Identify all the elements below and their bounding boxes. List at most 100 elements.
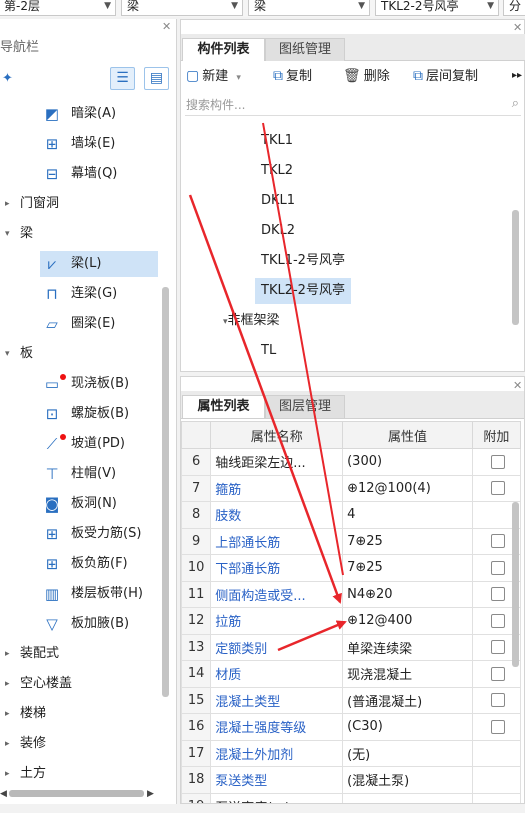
pin-icon[interactable]: ✦ (2, 71, 13, 86)
property-value[interactable]: N4⊕20 (342, 580, 473, 608)
group-non-frame-beam[interactable]: ▾非框架梁 (223, 308, 286, 334)
attach-checkbox[interactable] (491, 534, 506, 549)
attach-checkbox[interactable] (491, 454, 506, 469)
attach-checkbox[interactable] (491, 719, 506, 734)
nav-horizontal-scrollbar[interactable] (9, 790, 144, 797)
caret-right-icon[interactable]: ▸ (5, 701, 10, 727)
property-name[interactable]: 混凝土强度等级 (210, 713, 344, 741)
attach-checkbox[interactable] (491, 587, 506, 602)
component-item[interactable]: TKL1 (255, 128, 299, 154)
category-select[interactable]: 梁 ▼ (121, 0, 243, 16)
property-row[interactable]: 7 箍筋 ⊕12@100(4) (181, 474, 522, 502)
property-value[interactable]: (300) (342, 448, 473, 476)
nav-item[interactable]: ⟋ 坡道(PD) (0, 431, 160, 457)
caret-down-icon[interactable]: ▾ (5, 221, 10, 247)
property-row[interactable]: 19泵送高度(m) (181, 792, 522, 803)
nav-item[interactable]: ◩ 暗梁(A) (0, 101, 160, 127)
nav-item[interactable]: ⊟ 幕墙(Q) (0, 161, 160, 187)
list-view-icon[interactable]: ☰ (110, 67, 135, 90)
property-value[interactable]: 7⊕25 (342, 527, 473, 555)
nav-item[interactable]: ⊞ 板负筋(F) (0, 551, 160, 577)
caret-down-icon[interactable]: ▾ (5, 341, 10, 367)
nav-item[interactable]: ⊤ 柱帽(V) (0, 461, 160, 487)
property-name[interactable]: 混凝土外加剂 (210, 739, 344, 767)
component-item[interactable]: DKL1 (255, 188, 301, 214)
property-name[interactable]: 侧面构造或受... (210, 580, 344, 608)
property-value[interactable]: ⊕12@400 (342, 607, 473, 635)
component-item[interactable]: TKL2-2号风亭 (255, 278, 351, 304)
property-name[interactable]: 材质 (210, 660, 344, 688)
nav-group[interactable]: ▸ 楼梯 (0, 701, 160, 727)
caret-right-icon[interactable]: ▸ (5, 761, 10, 787)
property-name[interactable]: 上部通长筋 (210, 527, 344, 555)
property-value[interactable]: 现浇混凝土 (342, 660, 473, 688)
nav-group[interactable]: ▸ 装配式 (0, 641, 160, 667)
property-row[interactable]: 18 泵送类型 (混凝土泵) (181, 766, 522, 794)
component-item[interactable]: DKL2 (255, 218, 301, 244)
scroll-left-icon[interactable]: ◀ (0, 789, 7, 799)
attach-checkbox[interactable] (491, 666, 506, 681)
caret-right-icon[interactable]: ▸ (5, 731, 10, 757)
property-value[interactable]: (普通混凝土) (342, 686, 473, 714)
property-row[interactable]: 8 肢数 4 (181, 501, 522, 529)
close-icon[interactable]: ✕ (513, 21, 522, 34)
new-button[interactable]: ▢ 新建 ▾ (186, 65, 241, 87)
property-name[interactable]: 泵送类型 (210, 766, 344, 794)
nav-group[interactable]: ▾ 梁 (0, 221, 160, 247)
nav-item[interactable]: ▱ 圈梁(E) (0, 311, 160, 337)
component-item[interactable]: TKL1-2号风亭 (255, 248, 351, 274)
property-row[interactable]: 11 侧面构造或受... N4⊕20 (181, 580, 522, 608)
more-tools-icon[interactable]: ▸▸ (512, 65, 522, 87)
property-row[interactable]: 6 轴线距梁左边... (300) (181, 448, 522, 476)
attach-checkbox[interactable] (491, 481, 506, 496)
property-name[interactable]: 肢数 (210, 501, 344, 529)
detail-view-icon[interactable]: ▤ (144, 67, 169, 90)
tab-drawing-management[interactable]: 图纸管理 (265, 38, 345, 61)
extra-select[interactable]: 分 (503, 0, 525, 16)
property-name[interactable]: 下部通长筋 (210, 554, 344, 582)
component-select[interactable]: TKL2-2号风亭 ▼ (375, 0, 499, 16)
property-row[interactable]: 17 混凝土外加剂 (无) (181, 739, 522, 767)
property-row[interactable]: 15 混凝土类型 (普通混凝土) (181, 686, 522, 714)
attach-checkbox[interactable] (491, 613, 506, 628)
nav-group[interactable]: ▸ 装修 (0, 731, 160, 757)
nav-group[interactable]: ▸ 空心楼盖 (0, 671, 160, 697)
property-name[interactable]: 定额类别 (210, 633, 344, 661)
floor-copy-button[interactable]: ⧉ 层间复制 (413, 65, 478, 87)
property-value[interactable] (342, 792, 473, 803)
attach-checkbox[interactable] (491, 560, 506, 575)
property-value[interactable]: (无) (342, 739, 473, 767)
nav-item[interactable]: ⊞ 墙垛(E) (0, 131, 160, 157)
property-name[interactable]: 混凝土类型 (210, 686, 344, 714)
attach-checkbox[interactable] (491, 640, 506, 655)
nav-item[interactable]: ⊞ 板受力筋(S) (0, 521, 160, 547)
copy-button[interactable]: ⧉ 复制 (273, 65, 312, 87)
nav-item[interactable]: ▥ 楼层板带(H) (0, 581, 160, 607)
floor-select[interactable]: 第-2层 ▼ (0, 0, 116, 16)
property-name[interactable]: 拉筋 (210, 607, 344, 635)
property-row[interactable]: 9 上部通长筋 7⊕25 (181, 527, 522, 555)
caret-right-icon[interactable]: ▸ (5, 191, 10, 217)
nav-group[interactable]: ▸ 土方 (0, 761, 160, 787)
property-value[interactable]: (C30) (342, 713, 473, 741)
caret-right-icon[interactable]: ▸ (5, 671, 10, 697)
nav-item[interactable]: ▭ 现浇板(B) (0, 371, 160, 397)
tab-layer-management[interactable]: 图层管理 (265, 395, 345, 418)
search-icon[interactable]: ⌕ (512, 93, 519, 115)
component-item-tl[interactable]: TL (255, 338, 282, 364)
property-value[interactable]: 单梁连续梁 (342, 633, 473, 661)
component-list-scrollbar[interactable] (512, 210, 519, 325)
nav-item[interactable]: ◙ 板洞(N) (0, 491, 160, 517)
property-scrollbar[interactable] (512, 502, 519, 667)
nav-item[interactable]: ⊡ 螺旋板(B) (0, 401, 160, 427)
property-row[interactable]: 13 定额类别 单梁连续梁 (181, 633, 522, 661)
nav-vertical-scrollbar[interactable] (162, 287, 169, 697)
delete-button[interactable]: 🗑 删除 (343, 65, 390, 87)
property-row[interactable]: 16 混凝土强度等级 (C30) (181, 713, 522, 741)
property-row[interactable]: 12 拉筋 ⊕12@400 (181, 607, 522, 635)
scroll-right-icon[interactable]: ▶ (147, 789, 154, 799)
attach-checkbox[interactable] (491, 693, 506, 708)
property-value[interactable]: 7⊕25 (342, 554, 473, 582)
caret-right-icon[interactable]: ▸ (5, 641, 10, 667)
property-row[interactable]: 14 材质 现浇混凝土 (181, 660, 522, 688)
